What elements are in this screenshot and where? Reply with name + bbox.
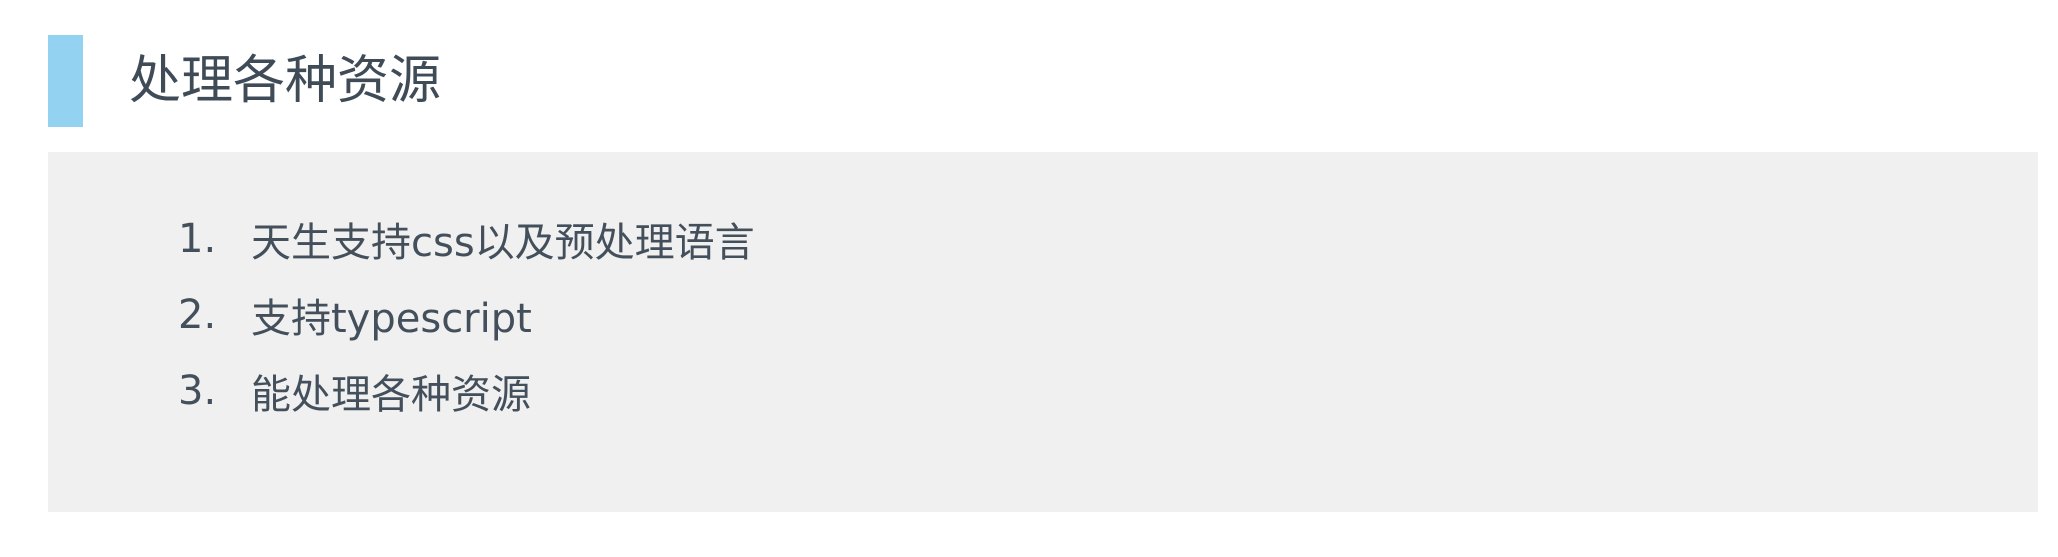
list-item: 2. 支持typescript — [178, 277, 755, 353]
list-item-number: 3. — [178, 368, 217, 414]
section-header: 处理各种资源 — [48, 35, 441, 127]
list-item: 3. 能处理各种资源 — [178, 353, 755, 429]
list-item-number: 1. — [178, 216, 217, 262]
list-item: 1. 天生支持css以及预处理语言 — [178, 201, 755, 277]
feature-list: 1. 天生支持css以及预处理语言 2. 支持typescript 3. 能处理… — [178, 201, 755, 429]
list-item-text: 能处理各种资源 — [251, 372, 531, 418]
list-item-text: 支持typescript — [251, 296, 532, 342]
content-panel: 1. 天生支持css以及预处理语言 2. 支持typescript 3. 能处理… — [48, 152, 2038, 512]
section-title: 处理各种资源 — [129, 51, 442, 111]
list-item-number: 2. — [178, 292, 217, 338]
page: 处理各种资源 1. 天生支持css以及预处理语言 2. 支持typescript… — [0, 0, 2058, 557]
list-item-text: 天生支持css以及预处理语言 — [251, 220, 755, 266]
title-accent-bar — [48, 35, 83, 127]
